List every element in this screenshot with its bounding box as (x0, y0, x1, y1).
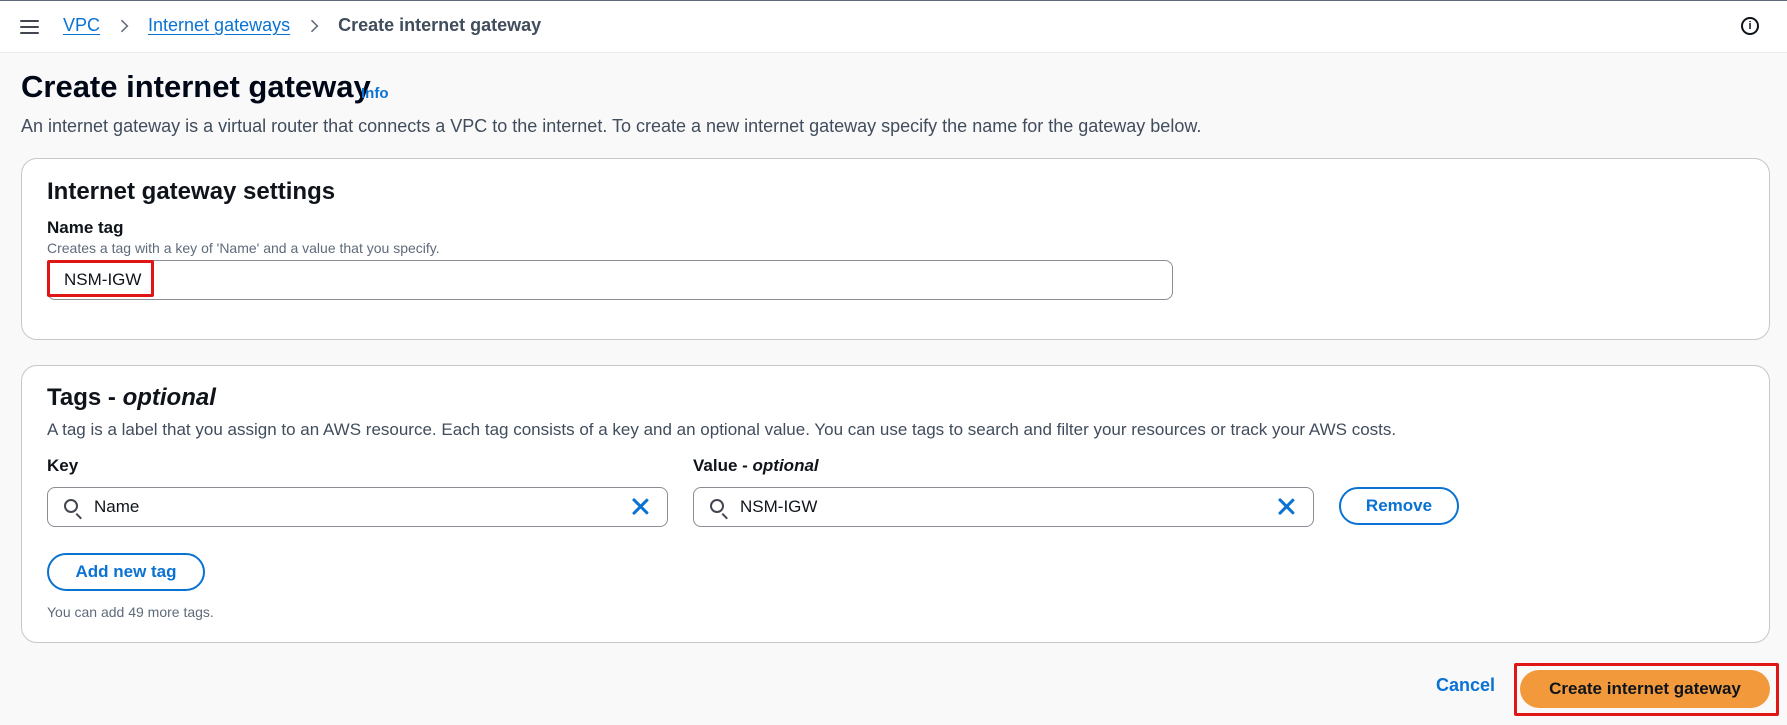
clear-icon[interactable] (631, 497, 649, 515)
add-new-tag-button[interactable]: Add new tag (47, 553, 205, 591)
remove-tag-button[interactable]: Remove (1339, 487, 1459, 525)
info-icon[interactable]: i (1741, 17, 1759, 35)
settings-heading: Internet gateway settings (47, 178, 336, 205)
value-label: Value - optional (693, 456, 819, 476)
create-button-highlight (1514, 663, 1779, 716)
tag-value-value: NSM-IGW (740, 497, 818, 516)
search-icon (710, 499, 724, 513)
tag-value-input[interactable]: NSM-IGW (693, 487, 1314, 527)
tags-description: A tag is a label that you assign to an A… (47, 420, 1397, 439)
info-link[interactable]: Info (361, 85, 389, 102)
name-tag-description: Creates a tag with a key of 'Name' and a… (47, 240, 440, 256)
menu-icon[interactable] (20, 20, 39, 34)
value-label-optional: optional (752, 456, 819, 475)
breadcrumb-internet-gateways[interactable]: Internet gateways (148, 15, 290, 36)
chevron-right-icon (305, 19, 319, 32)
main-content: Create internet gateway Info An internet… (0, 53, 1787, 725)
name-tag-highlight (47, 260, 154, 297)
tags-heading: Tags - optional (47, 384, 216, 412)
breadcrumb-current: Create internet gateway (338, 15, 542, 35)
tags-panel: Tags - optional A tag is a label that yo… (21, 365, 1770, 643)
breadcrumb: VPC Internet gateways Create internet ga… (63, 15, 541, 36)
cancel-button[interactable]: Cancel (1436, 675, 1495, 696)
tags-heading-optional: optional (122, 384, 216, 411)
page-title: Create internet gateway (21, 69, 371, 104)
remaining-tags-text: You can add 49 more tags. (47, 604, 214, 620)
search-icon (64, 499, 78, 513)
tags-heading-text: Tags - (47, 384, 123, 411)
clear-icon[interactable] (1277, 497, 1295, 515)
page-description: An internet gateway is a virtual router … (21, 116, 1202, 136)
value-label-text: Value - (693, 456, 753, 475)
tag-key-value: Name (94, 497, 140, 516)
name-tag-input[interactable]: NSM-IGW (47, 260, 1173, 300)
top-navigation: VPC Internet gateways Create internet ga… (0, 0, 1787, 53)
tag-key-input[interactable]: Name (47, 487, 668, 527)
chevron-right-icon (115, 19, 129, 32)
name-tag-label: Name tag (47, 218, 124, 237)
key-label: Key (47, 456, 79, 475)
breadcrumb-vpc[interactable]: VPC (63, 15, 100, 36)
internet-gateway-settings-panel: Internet gateway settings Name tag Creat… (21, 158, 1770, 340)
